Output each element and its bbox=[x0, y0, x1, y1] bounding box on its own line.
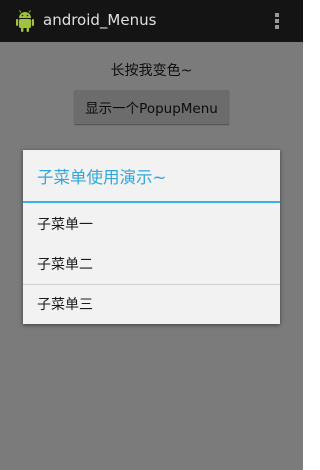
app-title: android_Menus bbox=[43, 11, 157, 29]
overflow-menu-icon[interactable] bbox=[272, 12, 282, 30]
menu-item-submenu-1[interactable]: 子菜单一 bbox=[23, 204, 280, 244]
android-robot-icon bbox=[14, 9, 36, 33]
dialog-title: 子菜单使用演示~ bbox=[37, 167, 167, 187]
menu-item-submenu-2[interactable]: 子菜单二 bbox=[23, 244, 280, 284]
dialog-title-divider bbox=[23, 201, 280, 203]
submenu-dialog: 子菜单使用演示~ 子菜单一 子菜单二 子菜单三 bbox=[23, 150, 280, 324]
menu-item-submenu-3[interactable]: 子菜单三 bbox=[23, 284, 280, 324]
show-popup-menu-button[interactable]: 显示一个PopupMenu bbox=[74, 90, 229, 124]
long-press-text[interactable]: 长按我变色~ bbox=[0, 60, 303, 80]
app-screen: android_Menus 长按我变色~ 显示一个PopupMenu 子菜单使用… bbox=[0, 0, 303, 470]
action-bar: android_Menus bbox=[0, 0, 303, 42]
